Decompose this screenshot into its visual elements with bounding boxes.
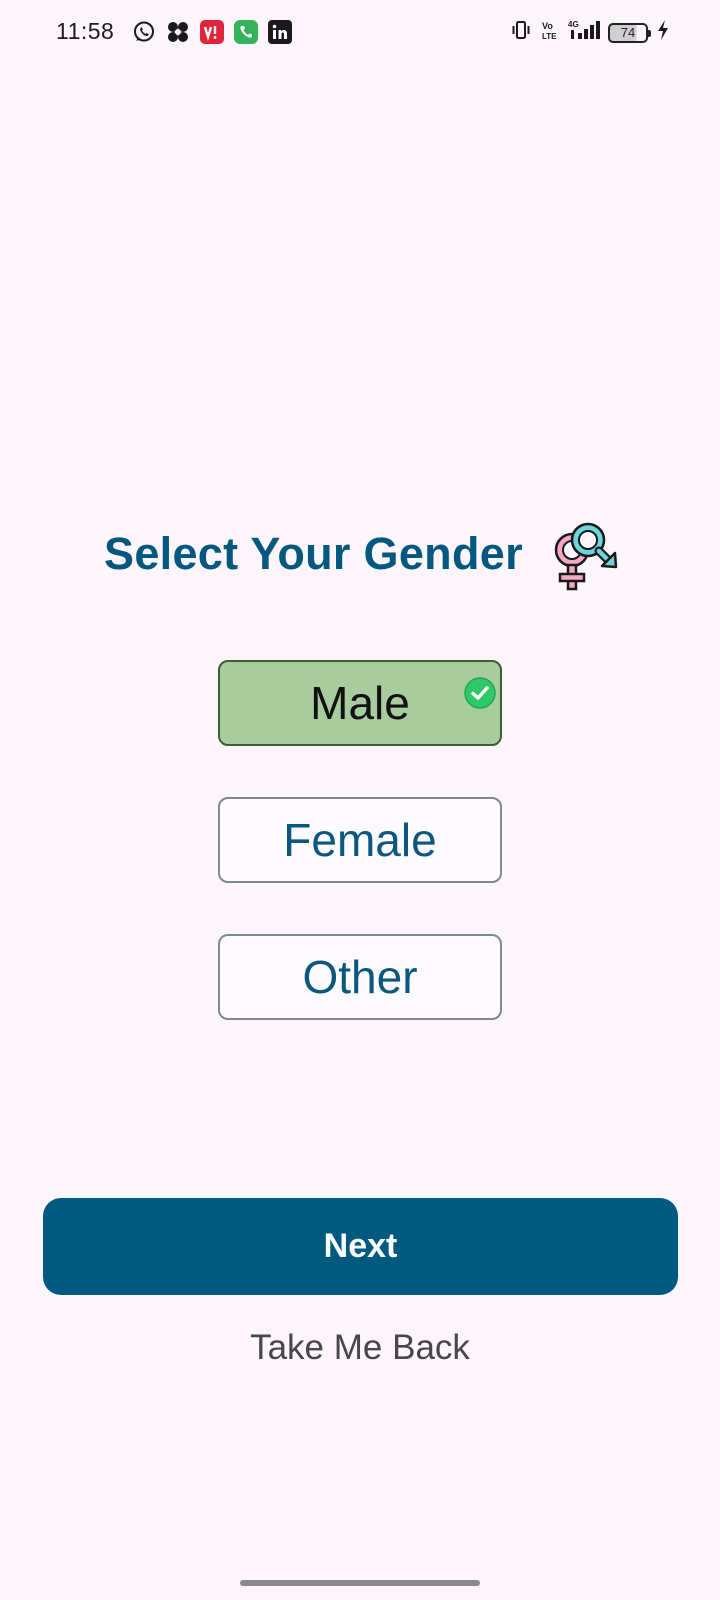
option-other-button[interactable]: Other bbox=[218, 934, 502, 1020]
linkedin-icon bbox=[268, 20, 292, 44]
option-male-button[interactable]: Male bbox=[218, 660, 502, 746]
next-button-label: Next bbox=[323, 1227, 398, 1265]
system-icons: Vo LTE 4G 74 bbox=[510, 19, 670, 46]
vibrate-icon bbox=[510, 19, 532, 46]
check-badge-icon bbox=[464, 666, 496, 709]
svg-text:4G: 4G bbox=[568, 20, 579, 29]
title-row: Select Your Gender bbox=[0, 510, 720, 600]
volte-icon: Vo LTE bbox=[540, 19, 560, 46]
status-bar: 11:58 Vo LTE 4G 74 bbox=[0, 0, 720, 64]
svg-text:Vo: Vo bbox=[542, 21, 553, 31]
gender-symbol-icon bbox=[550, 514, 624, 594]
charging-icon bbox=[656, 19, 670, 46]
next-button[interactable]: Next bbox=[43, 1198, 678, 1295]
vi-app-icon bbox=[200, 20, 224, 44]
notification-icons bbox=[132, 20, 292, 44]
home-indicator[interactable] bbox=[240, 1580, 480, 1586]
option-label: Other bbox=[302, 951, 418, 1003]
phone-call-icon bbox=[234, 20, 258, 44]
option-female-button[interactable]: Female bbox=[218, 797, 502, 883]
svg-text:LTE: LTE bbox=[542, 32, 557, 41]
page-title: Select Your Gender bbox=[104, 528, 523, 579]
take-me-back-link[interactable]: Take Me Back bbox=[0, 1328, 720, 1368]
pinwheel-app-icon bbox=[166, 20, 190, 44]
whatsapp-icon bbox=[132, 20, 156, 44]
option-label: Male bbox=[310, 677, 410, 729]
status-time: 11:58 bbox=[56, 18, 115, 44]
4g-signal-icon: 4G bbox=[568, 19, 600, 46]
option-label: Female bbox=[283, 814, 437, 866]
battery-icon: 74 bbox=[608, 22, 651, 43]
